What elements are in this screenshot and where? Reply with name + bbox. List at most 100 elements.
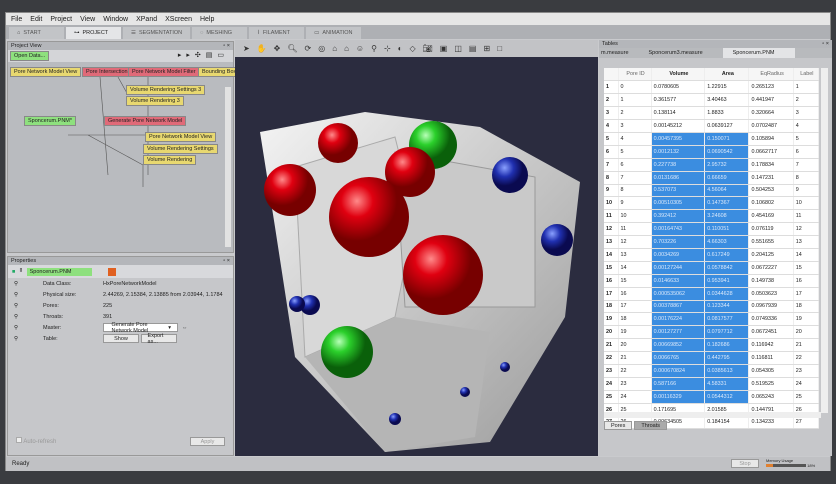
table-cell[interactable]: 0.054305 [748,364,794,378]
layout-two-icon[interactable]: ◫ [454,44,462,53]
fullscreen-icon[interactable]: □ [497,44,502,53]
table-cell[interactable]: 0.00378867 [651,300,706,314]
table-cell[interactable]: 14 [793,248,820,262]
table-cell[interactable]: 16 [604,274,619,288]
table-cell[interactable]: 0.0503623 [748,287,794,301]
table-cell[interactable]: 0.320664 [748,106,794,121]
table-cell[interactable]: 18 [793,300,820,314]
table-cell[interactable]: 0.703226 [651,235,706,249]
table-cell[interactable]: 0.149738 [748,274,794,288]
layout-h-icon[interactable]: ▤ [469,44,477,53]
table-row[interactable]: 5 4 0.00457395 0.150071 0.105894 5 [604,132,820,146]
table-cell[interactable]: 0.0672227 [748,261,794,275]
menu-window[interactable]: Window [103,16,128,23]
table-cell[interactable]: 13 [604,235,619,249]
table-cell[interactable]: 0.182686 [704,338,750,353]
table-cell[interactable]: 0.000670824 [651,364,706,378]
layout-single-icon[interactable]: ▣ [440,44,448,53]
table-cell[interactable]: 15 [604,261,619,275]
open-data-button[interactable]: Open Data... [10,51,50,61]
table-cell[interactable]: 4.58331 [704,377,750,391]
table-cell[interactable]: 20 [604,325,619,340]
table-cell[interactable]: 0.504253 [748,184,794,198]
table-cell[interactable]: 0.116942 [748,338,794,353]
column-header[interactable]: Pore ID [618,68,652,82]
table-cell[interactable]: 7 [604,158,619,172]
table-row[interactable]: 11 10 0.392412 3.24608 0.454169 11 [604,209,820,224]
table-tab-sponcerum-pnm[interactable]: Sponcerum.PNM [722,48,795,58]
close-icon[interactable]: ▫ × [223,258,230,264]
table-row[interactable]: 19 18 0.00176224 0.0817577 0.0749336 19 [604,312,820,327]
tab-meshing[interactable]: ◌ MESHING [192,27,248,39]
table-row[interactable]: 15 14 0.00127244 0.0578842 0.0672227 15 [604,261,820,275]
table-cell[interactable]: 24 [604,377,619,391]
toolbar-icons[interactable]: ▸▸✣▤▭ [178,51,229,59]
table-cell[interactable]: 19 [604,312,619,327]
table-cell[interactable]: 0.00145212 [651,119,706,133]
table-cell[interactable]: 0.147231 [748,171,794,185]
table-cell[interactable]: 10 [604,196,619,211]
table-cell[interactable]: 15 [793,261,820,275]
table-cell[interactable]: 24 [618,390,652,404]
table-cell[interactable]: 0.519525 [748,377,794,391]
table-cell[interactable]: 22 [793,351,820,365]
table-cell[interactable]: 12 [618,235,652,249]
table-cell[interactable]: 0.00164743 [651,222,706,237]
pin-icon[interactable]: ⚲ [8,292,43,298]
tab-throats[interactable]: Throats [634,421,668,430]
table-cell[interactable]: 0.442795 [704,351,750,365]
table-cell[interactable]: 0.065243 [748,390,794,404]
table-row[interactable]: 1 0 0.0780605 1.22915 0.265123 1 [604,80,820,95]
table-cell[interactable]: 0.66659 [704,171,750,185]
link-icon[interactable]: ⇔ [182,325,188,331]
table-cell[interactable]: 8 [793,171,820,185]
table-cell[interactable]: 0.0066765 [651,351,706,365]
table-cell[interactable]: 0.953941 [704,274,750,288]
table-cell[interactable]: 17 [618,300,652,314]
table-cell[interactable]: 0.147367 [704,196,750,211]
table-horizontal-scrollbar[interactable] [604,412,821,418]
export-button[interactable]: Export as... [140,333,177,345]
table-row[interactable]: 7 6 0.227738 2.95732 0.178834 7 [604,158,820,172]
table-cell[interactable]: 13 [618,248,652,262]
axis-icon[interactable]: ⊹ [384,44,391,53]
table-tab-measure[interactable]: m.measure [599,48,639,58]
table-cell[interactable]: 23 [793,364,820,378]
table-cell[interactable]: 0.204125 [748,248,794,262]
table-cell[interactable]: 0.0012132 [651,145,706,159]
tab-segmentation[interactable]: ☰ SEGMENTATION [123,27,191,39]
table-cell[interactable]: 19 [618,325,652,340]
table-cell[interactable]: 0.441947 [748,93,794,108]
column-header[interactable]: EqRadius [748,68,794,82]
node-volume-rendering-settings[interactable]: Volume Rendering Settings [143,144,218,154]
table-cell[interactable]: 18 [618,312,652,327]
table-cell[interactable]: 0.123344 [704,300,750,314]
table-cell[interactable]: 0.0702487 [748,119,794,133]
stop-button[interactable]: Stop [731,459,759,468]
table-cell[interactable]: 4.56064 [704,184,750,198]
table-cell[interactable]: 4 [793,119,820,133]
table-cell[interactable]: 2 [618,106,652,121]
table-cell[interactable]: 0.178834 [748,158,794,172]
table-cell[interactable]: 10 [793,196,820,211]
table-cell[interactable]: 9 [793,184,820,198]
project-scrollbar[interactable] [225,87,231,247]
table-cell[interactable]: 3 [618,119,652,133]
measure-icon[interactable]: ⚲ [371,44,377,53]
table-row[interactable]: 20 19 0.00127277 0.0797712 0.0672451 20 [604,325,820,340]
seek-icon[interactable]: ◎ [318,44,325,53]
table-row[interactable]: 10 9 0.00510305 0.147367 0.106802 10 [604,196,820,211]
tab-filament[interactable]: ⌇ FILAMENT [249,27,305,39]
pin-icon[interactable]: ⚲ [8,325,43,331]
zoom-icon[interactable]: 🔍︎ [287,44,297,53]
table-cell[interactable]: 21 [618,351,652,365]
table-row[interactable]: 23 22 0.000670824 0.0385613 0.054305 23 [604,364,820,378]
node-pore-network-model-view[interactable]: Pore Network Model View [145,132,217,142]
pin-icon[interactable]: ⚲ [8,281,43,287]
table-cell[interactable]: 0.0690542 [704,145,750,159]
table-row[interactable]: 2 1 0.361577 3.40463 0.441947 2 [604,93,820,108]
column-header[interactable]: Label [793,68,820,82]
table-cell[interactable]: 0.0797712 [704,325,750,340]
table-cell[interactable]: 0.00510305 [651,196,706,211]
close-icon[interactable]: ▫ × [223,43,230,49]
